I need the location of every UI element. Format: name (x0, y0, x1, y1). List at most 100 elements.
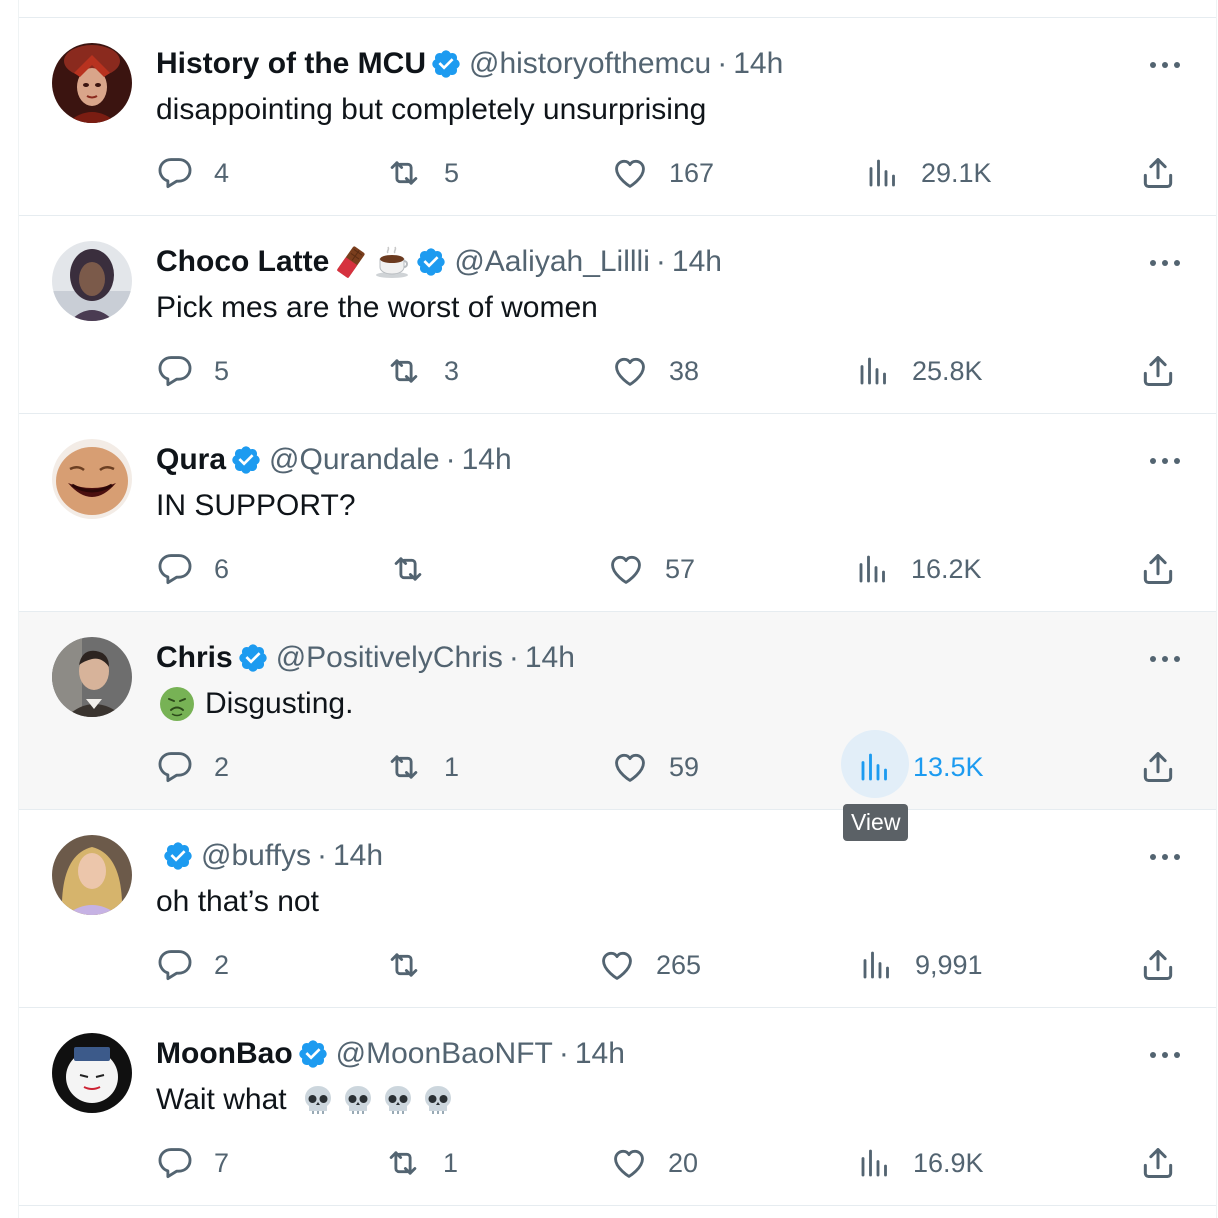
views-button[interactable]: 9,991 (859, 945, 983, 985)
share-icon (1143, 356, 1173, 386)
reply-button[interactable]: 2 (156, 747, 229, 787)
retweet-button[interactable] (388, 549, 448, 589)
timestamp[interactable]: 14h (733, 47, 783, 81)
reply-count: 2 (214, 751, 230, 782)
heart-icon (602, 951, 632, 980)
user-handle[interactable]: @historyofthemcu (469, 47, 711, 81)
like-button[interactable]: 167 (611, 153, 714, 193)
heart-icon (615, 159, 645, 188)
avatar[interactable] (52, 439, 132, 519)
user-handle[interactable]: @Qurandale (269, 443, 440, 477)
display-name[interactable]: Choco Latte (156, 245, 329, 279)
share-button[interactable] (1139, 153, 1177, 193)
bar-chart-icon (869, 159, 895, 187)
display-name[interactable]: Qura (156, 443, 226, 477)
share-button[interactable] (1139, 1143, 1177, 1183)
hot-chocolate-emoji-icon (376, 246, 409, 278)
separator-dot: · (508, 641, 519, 674)
avatar[interactable] (52, 1033, 132, 1113)
like-button[interactable]: 265 (598, 945, 701, 985)
timestamp[interactable]: 14h (333, 839, 383, 873)
like-button[interactable]: 57 (607, 549, 695, 589)
skull-emoji-icon (424, 1086, 451, 1114)
share-button[interactable] (1139, 945, 1177, 985)
like-button[interactable]: 38 (611, 351, 699, 391)
tweet-card[interactable]: History of the MCU @historyofthemcu · 14… (19, 18, 1216, 216)
share-button[interactable] (1139, 351, 1177, 391)
heart-icon (614, 1149, 644, 1178)
more-dots-icon[interactable] (1148, 1050, 1182, 1060)
views-button[interactable]: 25.8K (856, 351, 983, 391)
avatar[interactable] (52, 835, 132, 915)
tweet-card[interactable]: Choco Latte @Aaliyah_Lillli · 14h Pick m… (19, 216, 1216, 414)
separator-dot: · (445, 443, 456, 476)
more-dots-icon[interactable] (1148, 852, 1182, 862)
bar-chart-icon (860, 357, 886, 385)
user-handle[interactable]: @Aaliyah_Lillli (454, 245, 650, 279)
retweet-count: 5 (444, 157, 460, 188)
retweet-button[interactable]: 5 (384, 153, 459, 193)
tweet-header: @buffys · 14h (156, 836, 383, 876)
reply-button[interactable]: 2 (156, 945, 229, 985)
like-count: 57 (665, 553, 696, 584)
timestamp[interactable]: 14h (462, 443, 512, 477)
retweet-button[interactable] (384, 945, 444, 985)
tweet-text-content: disappointing but completely unsurprisin… (156, 93, 707, 126)
tweet-header: MoonBao @MoonBaoNFT · 14h (156, 1034, 625, 1074)
tweet-card[interactable]: Chris @PositivelyChris · 14h Disgusting.… (19, 612, 1216, 810)
user-handle[interactable]: @MoonBaoNFT (336, 1037, 553, 1071)
timestamp[interactable]: 14h (575, 1037, 625, 1071)
more-dots-icon[interactable] (1148, 60, 1182, 70)
share-icon (1143, 950, 1173, 980)
tweet-card[interactable]: @buffys · 14h oh that’s not 2 265 9,991 (19, 810, 1216, 1008)
timestamp[interactable]: 14h (672, 245, 722, 279)
retweet-icon (390, 953, 418, 977)
avatar[interactable] (52, 43, 132, 123)
verified-badge-icon (239, 644, 267, 672)
heart-icon (615, 357, 645, 386)
more-dots-icon[interactable] (1148, 258, 1182, 268)
views-button[interactable]: 29.1K (865, 153, 992, 193)
timestamp[interactable]: 14h (525, 641, 575, 675)
views-count: 13.5K (913, 751, 984, 782)
tweet-header: Choco Latte @Aaliyah_Lillli · 14h (156, 242, 722, 282)
tweet-card[interactable]: Qura @Qurandale · 14h IN SUPPORT? 6 57 1… (19, 414, 1216, 612)
display-name[interactable]: MoonBao (156, 1037, 293, 1071)
reply-button[interactable]: 6 (156, 549, 229, 589)
retweet-button[interactable]: 1 (383, 1143, 458, 1183)
heart-icon (615, 753, 645, 782)
verified-badge-icon (432, 50, 460, 78)
share-button[interactable] (1139, 747, 1177, 787)
avatar[interactable] (52, 637, 132, 717)
display-name[interactable]: History of the MCU (156, 47, 426, 81)
reply-button[interactable]: 7 (156, 1143, 229, 1183)
more-dots-icon[interactable] (1148, 654, 1182, 664)
tweet-text: Wait what (156, 1080, 455, 1120)
share-button[interactable] (1139, 549, 1177, 589)
retweet-icon (390, 755, 418, 779)
user-handle[interactable]: @buffys (201, 839, 311, 873)
nauseated-face-emoji-icon (160, 687, 194, 721)
views-button[interactable]: 16.9K (857, 1143, 984, 1183)
separator-dot: · (717, 47, 728, 80)
more-dots-icon[interactable] (1148, 456, 1182, 466)
like-button[interactable]: 20 (610, 1143, 698, 1183)
user-handle[interactable]: @PositivelyChris (276, 641, 503, 675)
reply-button[interactable]: 5 (156, 351, 229, 391)
retweet-count: 3 (444, 355, 460, 386)
reply-button[interactable]: 4 (156, 153, 229, 193)
share-icon (1143, 554, 1173, 584)
retweet-button[interactable]: 3 (384, 351, 459, 391)
verified-badge-icon (164, 842, 192, 870)
retweet-button[interactable]: 1 (384, 747, 459, 787)
avatar[interactable] (52, 241, 132, 321)
display-name[interactable]: Chris (156, 641, 233, 675)
tweet-text-content: Pick mes are the worst of women (156, 291, 598, 324)
like-button[interactable]: 59 (611, 747, 699, 787)
views-button[interactable]: 13.5K (857, 747, 984, 787)
views-button[interactable]: 16.2K (855, 549, 982, 589)
like-count: 59 (669, 751, 700, 782)
tweet-card[interactable]: MoonBao @MoonBaoNFT · 14h Wait what 7 1 … (19, 1008, 1216, 1206)
skull-emoji-icon (304, 1086, 331, 1114)
tweet-text-content: oh that’s not (156, 885, 319, 918)
